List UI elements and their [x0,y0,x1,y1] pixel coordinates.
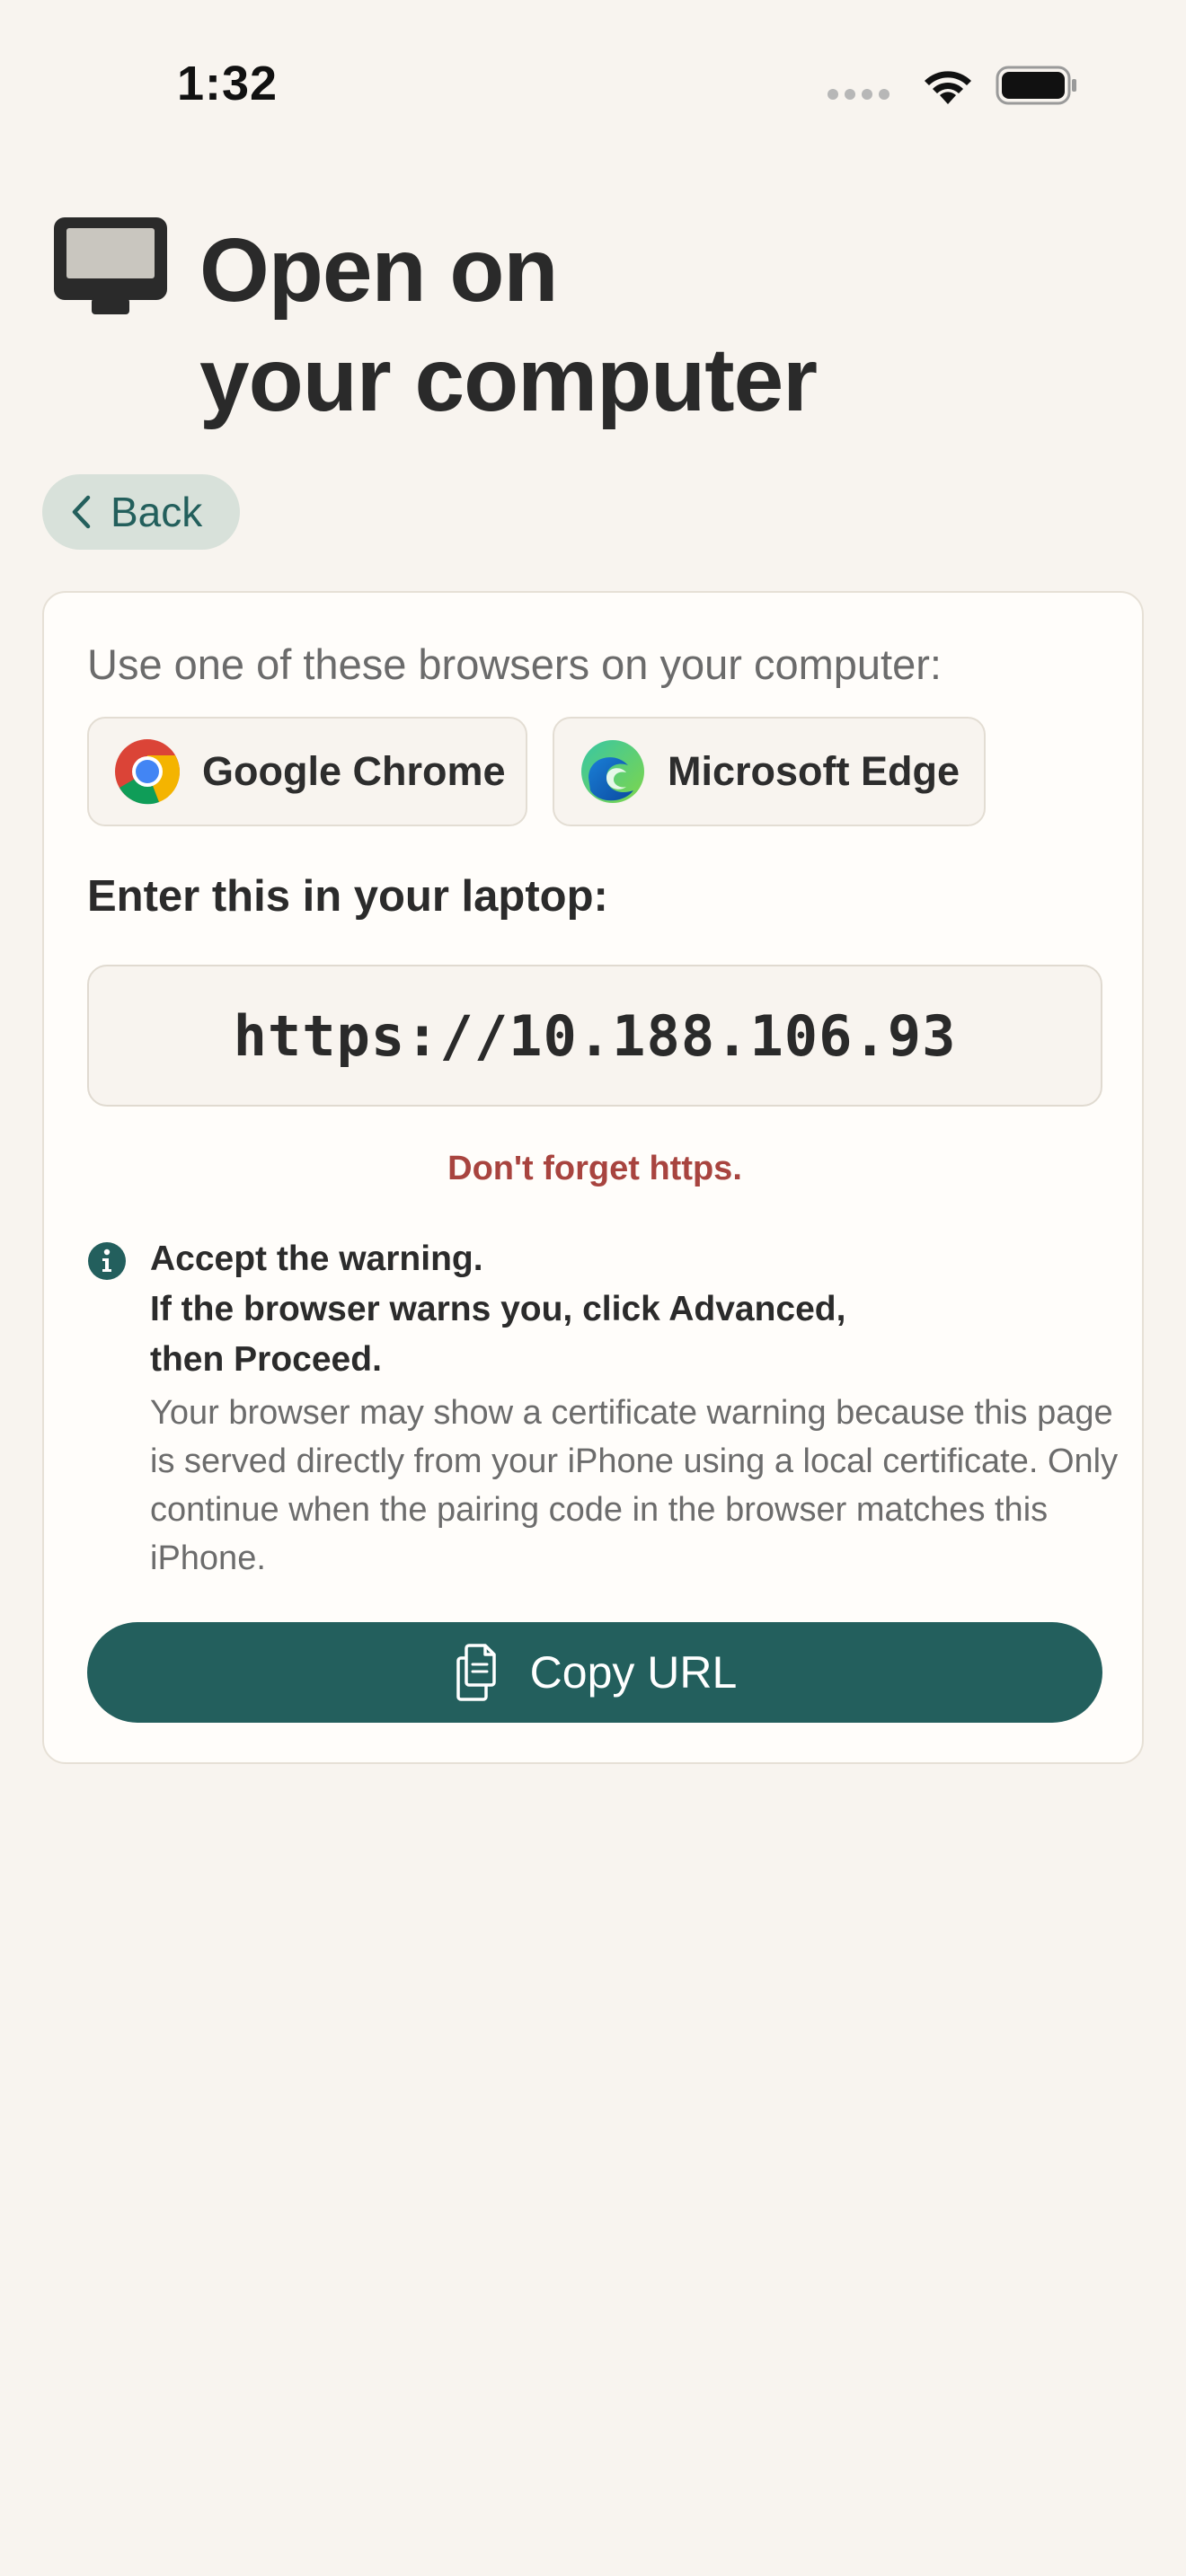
back-button-label: Back [111,489,203,535]
desktop-computer-icon [54,217,167,314]
chevron-left-icon [72,495,91,529]
browser-chip-edge: Microsoft Edge [553,717,986,826]
browser-chip-chrome-label: Google Chrome [202,748,506,794]
chrome-logo-icon [115,739,181,805]
info-subtitle: If the browser warns you, click Advanced… [150,1284,1120,1385]
info-subtitle-line-2: then Proceed. [150,1340,382,1379]
certificate-warning-info: Accept the warning. If the browser warns… [150,1234,1120,1583]
wifi-icon [925,71,971,104]
url-display: https://10.188.106.93 [87,965,1102,1107]
enter-url-label: Enter this in your laptop: [87,872,608,921]
info-body: Your browser may show a certificate warn… [150,1394,1119,1577]
browser-chip-chrome: Google Chrome [87,717,527,826]
copy-url-button[interactable]: Copy URL [87,1622,1102,1723]
info-subtitle-line-1: If the browser warns you, click Advanced… [150,1290,846,1328]
title-line-2: your computer [199,330,818,430]
edge-logo-icon [581,740,644,803]
battery-icon [996,66,1076,105]
page-title: Open on your computer [199,216,818,435]
instructions-card: Use one of these browsers on your comput… [42,591,1144,1764]
browsers-label: Use one of these browsers on your comput… [87,640,942,688]
info-title: Accept the warning. [150,1239,483,1278]
https-reminder: Don't forget https. [447,1150,742,1187]
browser-chip-edge-label: Microsoft Edge [668,748,960,794]
screen: 1:32 Open on your computer Back Use one … [0,0,1186,2576]
copy-url-button-label: Copy URL [529,1647,738,1698]
copy-document-icon [456,1644,496,1701]
info-icon [88,1242,126,1280]
back-button[interactable]: Back [42,474,240,550]
cellular-signal-icon [828,89,890,100]
status-indicators [828,65,1078,106]
status-time: 1:32 [177,57,279,110]
title-line-1: Open on [199,220,559,321]
